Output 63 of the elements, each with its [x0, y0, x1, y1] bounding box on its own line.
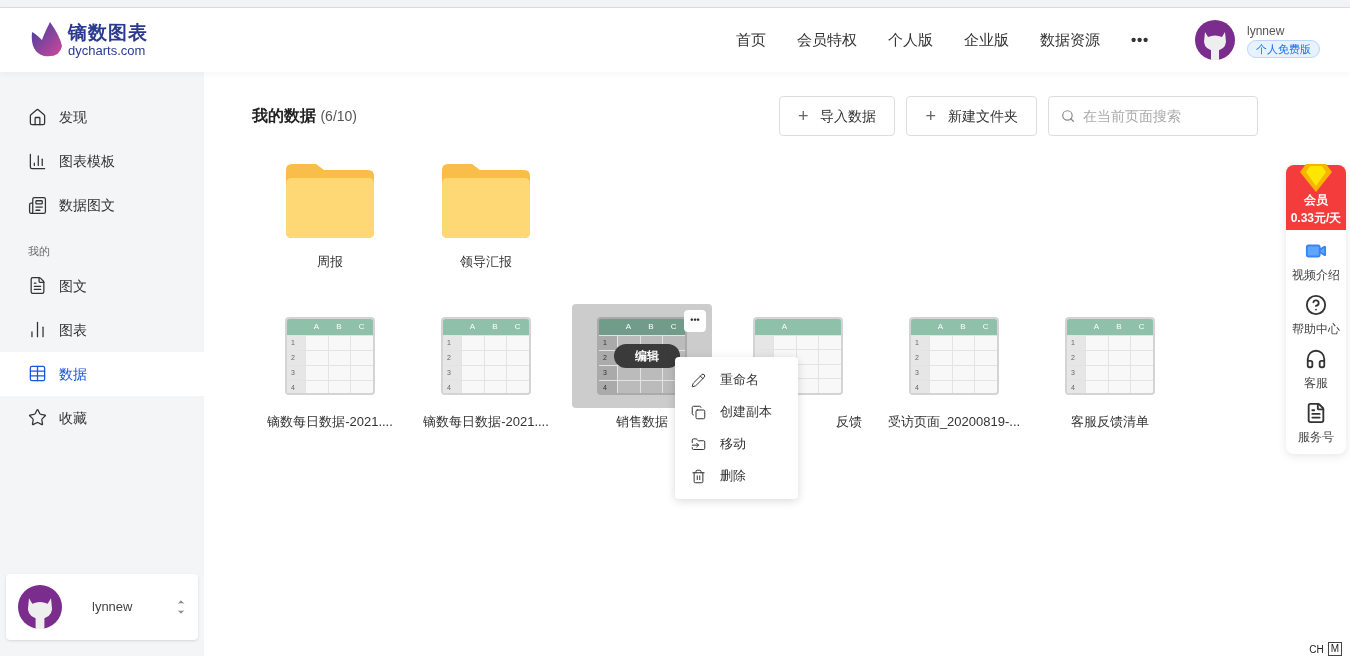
sidebar-icon — [28, 107, 47, 127]
menu-icon — [691, 468, 706, 484]
plan-badge: 个人免费版 — [1247, 40, 1320, 58]
folder-icon[interactable] — [442, 164, 530, 238]
sidebar-icon — [28, 320, 47, 339]
sidebar-item[interactable]: 图表 — [0, 307, 204, 352]
file-name: 销售数据 — [616, 412, 668, 431]
sidebar-item[interactable]: 图文 — [0, 263, 204, 308]
file-name: 受访页面_20200819-... — [887, 412, 1021, 431]
sidebar-item[interactable]: 收藏 — [0, 395, 204, 440]
search-icon — [1061, 108, 1076, 124]
logo-domain: dycharts.com — [68, 44, 147, 57]
folder-name: 领导汇报 — [460, 253, 512, 271]
page-title: 我的数据 (6/10) — [252, 106, 358, 126]
ime-indicator: M — [1327, 642, 1342, 656]
nav-link[interactable]: 企业版 — [964, 28, 1009, 52]
nav-link[interactable]: 会员特权 — [797, 28, 857, 52]
panel-item[interactable]: 服务号 — [1298, 402, 1334, 446]
toolbar-button[interactable]: + 新建文件夹 — [906, 96, 1037, 136]
sidebar-icon — [28, 364, 47, 383]
sidebar-icon — [28, 195, 47, 215]
more-button[interactable]: ••• — [684, 309, 706, 332]
file-name: 镝数每日数据-2021.... — [267, 412, 393, 431]
ime-indicator: CH — [1309, 644, 1324, 656]
menu-icon — [691, 372, 706, 388]
folder-icon[interactable] — [286, 164, 374, 238]
nav-link[interactable]: ••• — [1131, 28, 1149, 52]
folder-name: 周报 — [317, 253, 343, 271]
nav-link[interactable]: 首页 — [736, 28, 766, 52]
account-name: lynnew — [92, 598, 133, 617]
sidebar-item[interactable]: 数据图文 — [0, 183, 204, 227]
panel-icon — [1305, 294, 1327, 316]
panel-item[interactable]: 视频介绍 — [1292, 240, 1340, 284]
panel-item[interactable]: 帮助中心 — [1292, 294, 1340, 338]
panel-item[interactable]: 客服 — [1304, 348, 1328, 392]
menu-item[interactable]: 移动 — [675, 428, 798, 460]
sidebar-item[interactable]: 数据 — [0, 351, 204, 396]
file-name: 镝数每日数据-2021.... — [423, 412, 549, 431]
avatar-icon — [18, 585, 62, 629]
search-input[interactable]: 在当前页面搜索 — [1083, 105, 1245, 127]
section-label: 我的 — [27, 244, 51, 259]
toolbar-button[interactable]: + 导入数据 — [778, 96, 896, 136]
menu-item[interactable]: 删除 — [675, 460, 798, 492]
menu-icon — [691, 404, 706, 420]
user-name: lynnew — [1247, 23, 1285, 40]
sidebar-icon — [28, 151, 47, 171]
file-name: 客服反馈清单 — [1071, 412, 1149, 431]
logo-icon — [30, 22, 64, 58]
panel-icon — [1305, 348, 1327, 370]
sidebar-icon — [28, 276, 47, 295]
account-card[interactable]: lynnew — [6, 574, 198, 640]
file-name: 反馈 — [836, 412, 863, 431]
search-field[interactable]: 在当前页面搜索 — [1048, 96, 1258, 136]
panel-icon — [1305, 402, 1327, 424]
sort-icon[interactable] — [176, 597, 186, 617]
menu-icon — [691, 436, 706, 452]
logo-title: 镝数图表 — [68, 23, 148, 42]
sidebar-item[interactable]: 发现 — [0, 95, 204, 139]
sidebar-icon — [28, 408, 47, 427]
sidebar-item[interactable]: 图表模板 — [0, 139, 204, 183]
nav-link[interactable]: 个人版 — [888, 28, 933, 52]
avatar-icon — [1195, 20, 1235, 60]
nav-link[interactable]: 数据资源 — [1040, 28, 1100, 52]
